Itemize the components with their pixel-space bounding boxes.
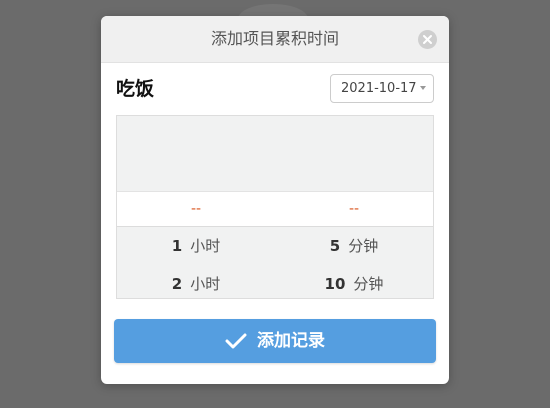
hours-option[interactable]: 1 小时 xyxy=(117,228,275,264)
close-icon xyxy=(423,35,432,44)
checkmark-icon xyxy=(225,333,247,349)
close-button[interactable] xyxy=(418,30,437,49)
hours-option[interactable]: 2 小时 xyxy=(117,266,275,298)
duration-picker[interactable]: -- 1 小时 2 小时 -- 5 分钟 10 分钟 xyxy=(116,115,434,299)
minutes-option-number: 5 xyxy=(329,237,341,255)
minutes-selected-value[interactable]: -- xyxy=(275,191,433,227)
add-record-button[interactable]: 添加记录 xyxy=(114,319,436,363)
date-selector[interactable]: 2021-10-17 xyxy=(330,74,434,103)
caret-down-icon xyxy=(420,86,426,90)
hours-option-number: 2 xyxy=(171,275,183,293)
dialog-title: 添加项目累积时间 xyxy=(210,29,339,48)
hours-option-unit: 小时 xyxy=(190,237,221,255)
project-name: 吃饭 xyxy=(116,78,155,100)
hours-option-number: 1 xyxy=(171,237,183,255)
add-time-dialog: 添加项目累积时间 吃饭 2021-10-17 -- 1 小时 2 小时 -- 5分 xyxy=(101,16,449,384)
date-value: 2021-10-17 xyxy=(341,81,417,96)
minutes-option-unit: 分钟 xyxy=(353,275,384,293)
minutes-option-unit: 分钟 xyxy=(348,237,379,255)
add-record-label: 添加记录 xyxy=(257,331,325,351)
minutes-option[interactable]: 10 分钟 xyxy=(275,266,433,298)
dialog-header: 添加项目累积时间 xyxy=(101,16,449,63)
hours-selected-value[interactable]: -- xyxy=(117,191,275,227)
hours-column[interactable]: -- 1 小时 2 小时 xyxy=(117,116,275,298)
minutes-column[interactable]: -- 5 分钟 10 分钟 xyxy=(275,116,433,298)
minutes-option[interactable]: 5 分钟 xyxy=(275,228,433,264)
hours-option-unit: 小时 xyxy=(190,275,221,293)
minutes-option-number: 10 xyxy=(324,275,346,293)
